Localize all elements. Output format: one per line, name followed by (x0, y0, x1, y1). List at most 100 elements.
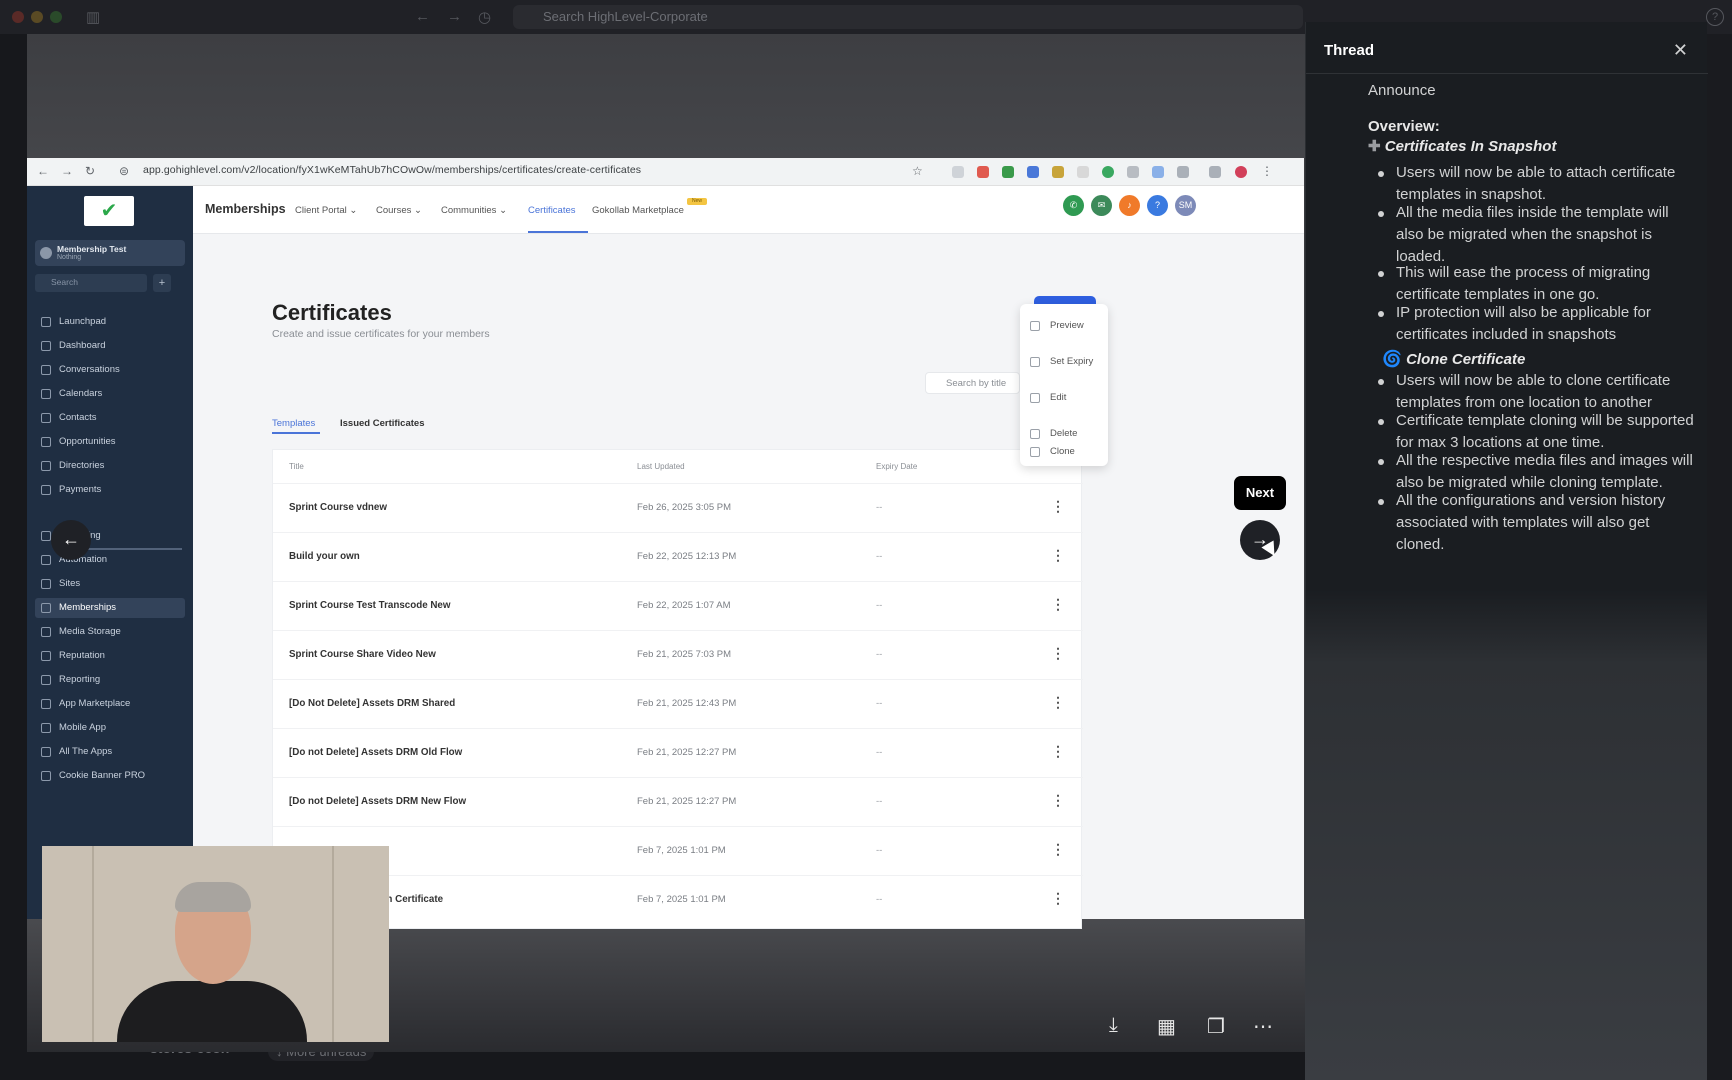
extension-icon[interactable] (1102, 166, 1114, 178)
row-title[interactable]: Sprint Course vdnew (289, 502, 387, 513)
sidebar-item-media-storage[interactable]: Media Storage (35, 622, 185, 642)
bookmark-star-icon[interactable]: ☆ (912, 164, 923, 178)
sidebar-item-app-marketplace[interactable]: App Marketplace (35, 694, 185, 714)
column-header-expiry[interactable]: Expiry Date (876, 462, 917, 471)
extension-icon[interactable] (1077, 166, 1089, 178)
sidebar-search-input[interactable]: Search (35, 274, 147, 292)
row-more-icon[interactable]: ⋮ (1051, 645, 1065, 662)
sidebar-item-payments[interactable]: Payments (35, 480, 185, 500)
search-by-title-input[interactable]: Search by title (925, 372, 1020, 394)
nav-gokollab-marketplace[interactable]: Gokollab Marketplace (592, 205, 684, 216)
bell-icon[interactable]: ♪ (1119, 195, 1140, 216)
table-row[interactable]: [Do not Delete] Assets DRM Old Flow Feb … (273, 728, 1083, 777)
row-more-icon[interactable]: ⋮ (1051, 694, 1065, 711)
row-title[interactable]: [Do not Delete] Assets DRM Old Flow (289, 747, 462, 758)
menu-item-set-expiry[interactable]: Set Expiry (1028, 352, 1093, 372)
more-options-icon[interactable]: ⋯ (1253, 1014, 1273, 1039)
sidebar-toggle-icon[interactable]: ▥ (86, 8, 100, 26)
menu-item-clone[interactable]: Clone (1028, 442, 1075, 462)
help-icon[interactable]: ? (1706, 8, 1724, 26)
sidebar-item-reporting[interactable]: Reporting (35, 670, 185, 690)
extension-icon[interactable] (1027, 166, 1039, 178)
table-row[interactable]: Sprint Course Share Video New Feb 21, 20… (273, 630, 1083, 679)
forward-arrow-icon[interactable]: → (447, 8, 462, 25)
window-minimize-button[interactable] (31, 11, 43, 23)
extension-icon[interactable] (952, 166, 964, 178)
browser-back-icon[interactable]: ← (37, 164, 49, 178)
tab-issued-certificates[interactable]: Issued Certificates (340, 418, 424, 429)
window-maximize-button[interactable] (50, 11, 62, 23)
menu-item-delete[interactable]: Delete (1028, 424, 1077, 444)
sidebar-item-conversations[interactable]: Conversations (35, 360, 185, 380)
sidebar-item-memberships[interactable]: Memberships (35, 598, 185, 618)
row-more-icon[interactable]: ⋮ (1051, 792, 1065, 809)
extension-icon[interactable] (1152, 166, 1164, 178)
tab-templates[interactable]: Templates (272, 418, 315, 429)
history-icon[interactable]: ◷ (478, 8, 491, 26)
row-title[interactable]: Sprint Course Test Transcode New (289, 600, 451, 611)
extension-icon[interactable] (1127, 166, 1139, 178)
column-header-last-updated[interactable]: Last Updated (637, 462, 685, 471)
profile-avatar[interactable] (1235, 166, 1247, 178)
nav-certificates[interactable]: Certificates (528, 205, 576, 216)
table-row[interactable]: Sprint Course vdnew Feb 26, 2025 3:05 PM… (273, 483, 1083, 532)
table-row[interactable]: ts Feb 7, 2025 1:01 PM -- ⋮ (273, 826, 1083, 875)
phone-icon[interactable]: ✆ (1063, 195, 1084, 216)
table-row[interactable]: etion Certificate Feb 7, 2025 1:01 PM --… (273, 875, 1083, 924)
sidebar-item-cookie-banner[interactable]: Cookie Banner PRO (35, 766, 185, 786)
sidebar-item-dashboard[interactable]: Dashboard (35, 336, 185, 356)
site-info-icon[interactable]: ⊜ (119, 164, 129, 178)
menu-item-preview[interactable]: Preview (1028, 316, 1084, 336)
extension-icon[interactable] (1002, 166, 1014, 178)
tab-search-icon[interactable] (1209, 166, 1221, 178)
row-more-icon[interactable]: ⋮ (1051, 547, 1065, 564)
row-title[interactable]: Build your own (289, 551, 360, 562)
row-more-icon[interactable]: ⋮ (1051, 890, 1065, 907)
table-row[interactable]: Build your own Feb 22, 2025 12:13 PM -- … (273, 532, 1083, 581)
browser-forward-icon[interactable]: → (61, 164, 73, 178)
window-close-button[interactable] (12, 11, 24, 23)
user-avatar[interactable]: SM (1175, 195, 1196, 216)
table-row[interactable]: Sprint Course Test Transcode New Feb 22,… (273, 581, 1083, 630)
menu-item-edit[interactable]: Edit (1028, 388, 1066, 408)
nav-communities[interactable]: Communities ⌄ (441, 205, 507, 216)
extension-icon[interactable] (1052, 166, 1064, 178)
quick-add-button[interactable]: + (153, 274, 171, 292)
table-row[interactable]: [Do not Delete] Assets DRM New Flow Feb … (273, 777, 1083, 826)
download-icon[interactable]: ⤓ (1109, 1014, 1118, 1037)
browser-menu-icon[interactable]: ⋮ (1261, 164, 1273, 178)
sidebar-item-directories[interactable]: Directories (35, 456, 185, 476)
close-icon[interactable]: ✕ (1673, 40, 1688, 61)
table-row[interactable]: [Do Not Delete] Assets DRM Shared Feb 21… (273, 679, 1083, 728)
address-bar[interactable]: app.gohighlevel.com/v2/location/fyX1wKeM… (143, 164, 641, 176)
sidebar-item-opportunities[interactable]: Opportunities (35, 432, 185, 452)
row-more-icon[interactable]: ⋮ (1051, 596, 1065, 613)
previous-button[interactable]: ← (51, 520, 91, 560)
row-more-icon[interactable]: ⋮ (1051, 841, 1065, 858)
row-more-icon[interactable]: ⋮ (1051, 498, 1065, 515)
copy-icon[interactable]: ❐ (1207, 1014, 1225, 1039)
row-title[interactable]: Sprint Course Share Video New (289, 649, 436, 660)
sidebar-item-all-the-apps[interactable]: All The Apps (35, 742, 185, 762)
nav-client-portal[interactable]: Client Portal ⌄ (295, 205, 357, 216)
row-more-icon[interactable]: ⋮ (1051, 743, 1065, 760)
workspace-search-input[interactable]: Search HighLevel-Corporate (513, 5, 1303, 29)
sidebar-item-sites[interactable]: Sites (35, 574, 185, 594)
sidebar-item-contacts[interactable]: Contacts (35, 408, 185, 428)
nav-courses[interactable]: Courses ⌄ (376, 205, 422, 216)
puzzle-icon[interactable] (1177, 166, 1189, 178)
sidebar-item-reputation[interactable]: Reputation (35, 646, 185, 666)
sidebar-item-calendars[interactable]: Calendars (35, 384, 185, 404)
column-header-title[interactable]: Title (289, 462, 304, 471)
help-circle-icon[interactable]: ? (1147, 195, 1168, 216)
sidebar-item-launchpad[interactable]: Launchpad (35, 312, 185, 332)
row-title[interactable]: [Do Not Delete] Assets DRM Shared (289, 698, 455, 709)
sidebar-item-mobile-app[interactable]: Mobile App (35, 718, 185, 738)
browser-reload-icon[interactable]: ↻ (85, 164, 95, 178)
row-title[interactable]: [Do not Delete] Assets DRM New Flow (289, 796, 466, 807)
megaphone-icon[interactable]: ✉ (1091, 195, 1112, 216)
location-switcher[interactable]: Membership Test Nothing (35, 240, 185, 266)
extension-icon[interactable] (977, 166, 989, 178)
back-arrow-icon[interactable]: ← (415, 8, 430, 25)
split-view-icon[interactable]: ▦ (1157, 1014, 1176, 1039)
